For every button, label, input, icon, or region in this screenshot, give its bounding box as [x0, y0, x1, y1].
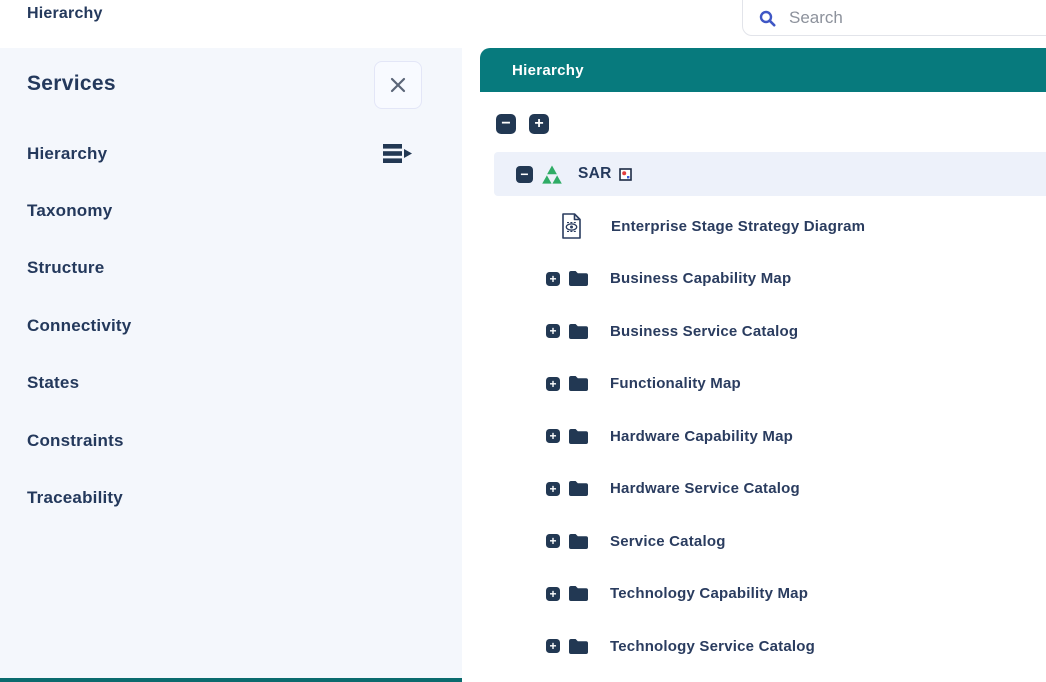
tree-row[interactable]: + Technology Service Catalog	[480, 620, 1046, 673]
search-box[interactable]	[742, 0, 1046, 36]
tree-row[interactable]: + Hardware Capability Map	[480, 410, 1046, 463]
search-input[interactable]	[787, 7, 1011, 29]
tree-row-label: Hardware Capability Map	[610, 428, 793, 445]
expand-node-button[interactable]: +	[546, 429, 560, 443]
folder-icon	[568, 270, 589, 287]
diagram-badge-icon	[619, 168, 632, 181]
expand-all-button[interactable]: +	[529, 114, 549, 134]
expand-node-button[interactable]: +	[546, 587, 560, 601]
expand-all-icon: +	[534, 116, 543, 132]
collapse-all-button[interactable]: −	[496, 114, 516, 134]
search-icon	[759, 10, 776, 27]
sidebar-item-label: Taxonomy	[27, 201, 112, 221]
sidebar-bottom-bar	[0, 678, 462, 682]
topbar: Hierarchy	[0, 0, 1046, 48]
tree-row-label: Service Catalog	[610, 533, 726, 550]
plus-icon: +	[549, 273, 556, 285]
breadcrumb: Hierarchy	[27, 5, 103, 23]
sidebar: Services Hierarchy	[0, 48, 462, 682]
sidebar-item[interactable]: Structure	[27, 240, 435, 297]
collapse-node-button[interactable]: −	[516, 166, 533, 183]
tree-row[interactable]: + Service Catalog	[480, 515, 1046, 568]
collapse-all-icon: −	[501, 116, 510, 132]
close-button[interactable]	[374, 61, 422, 109]
sidebar-item[interactable]: Connectivity	[27, 297, 435, 354]
plus-icon: +	[549, 378, 556, 390]
green-triangles-icon	[542, 165, 562, 184]
sidebar-item-label: Hierarchy	[27, 144, 107, 164]
folder-icon	[568, 323, 589, 340]
tree-row[interactable]: Enterprise Stage Strategy Diagram	[480, 200, 1046, 253]
folder-icon	[568, 533, 589, 550]
folder-icon	[568, 428, 589, 445]
close-icon	[389, 76, 407, 94]
expand-node-button[interactable]: +	[546, 482, 560, 496]
plus-icon: +	[549, 535, 556, 547]
sidebar-item[interactable]: Hierarchy	[27, 125, 435, 182]
sidebar-item[interactable]: Taxonomy	[27, 182, 435, 239]
sidebar-item-label: Structure	[27, 258, 104, 278]
tree-row[interactable]: + Business Service Catalog	[480, 305, 1046, 358]
sidebar-item-label: Traceability	[27, 488, 123, 508]
expand-node-button[interactable]: +	[546, 639, 560, 653]
tree-row[interactable]: + Technology Capability Map	[480, 568, 1046, 621]
panel-title: Hierarchy	[512, 62, 584, 79]
tree-row-label: Functionality Map	[610, 375, 741, 392]
sidebar-item[interactable]: Constraints	[27, 412, 435, 469]
tree-children: Enterprise Stage Strategy Diagram + Busi…	[480, 200, 1046, 673]
tree-row[interactable]: + Hardware Service Catalog	[480, 463, 1046, 516]
tree-row[interactable]: + Functionality Map	[480, 358, 1046, 411]
diagram-document-icon	[561, 213, 582, 239]
tree-row-label: Business Service Catalog	[610, 323, 798, 340]
tree-row-label: Hardware Service Catalog	[610, 480, 800, 497]
expand-node-button[interactable]: +	[546, 272, 560, 286]
sidebar-nav: Hierarchy Taxonomy Structure	[27, 125, 435, 527]
tree-toolbar: − +	[496, 114, 1046, 134]
plus-icon: +	[549, 483, 556, 495]
minus-icon: −	[520, 167, 528, 181]
folder-icon	[568, 638, 589, 655]
sidebar-item[interactable]: States	[27, 355, 435, 412]
tree-row-label: Technology Capability Map	[610, 585, 808, 602]
sidebar-item-label: Connectivity	[27, 316, 131, 336]
tree-row-label: Business Capability Map	[610, 270, 791, 287]
plus-icon: +	[549, 325, 556, 337]
folder-icon	[568, 585, 589, 602]
plus-icon: +	[549, 430, 556, 442]
expand-node-button[interactable]: +	[546, 534, 560, 548]
tree-row-label: Technology Service Catalog	[610, 638, 815, 655]
hierarchy-panel: Hierarchy − + − SAR	[480, 48, 1046, 682]
plus-icon: +	[549, 640, 556, 652]
tree-root-label: SAR	[578, 165, 612, 183]
tree-row[interactable]: + Business Capability Map	[480, 253, 1046, 306]
sidebar-item-label: Constraints	[27, 431, 124, 451]
sidebar-item-label: States	[27, 373, 79, 393]
sidebar-item[interactable]: Traceability	[27, 469, 435, 526]
plus-icon: +	[549, 588, 556, 600]
open-panel-icon[interactable]	[383, 142, 413, 165]
expand-node-button[interactable]: +	[546, 324, 560, 338]
sidebar-title: Services	[27, 72, 116, 96]
folder-icon	[568, 480, 589, 497]
tree-row-label: Enterprise Stage Strategy Diagram	[611, 218, 865, 235]
folder-icon	[568, 375, 589, 392]
tree-root-row[interactable]: − SAR	[494, 152, 1046, 196]
expand-node-button[interactable]: +	[546, 377, 560, 391]
panel-header: Hierarchy	[480, 48, 1046, 92]
